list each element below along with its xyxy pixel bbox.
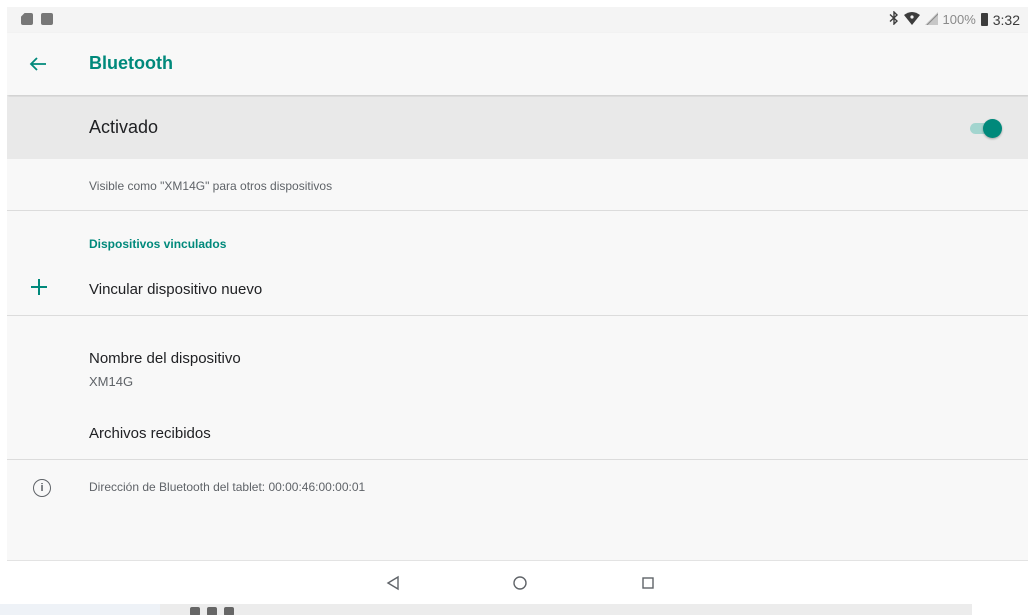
bluetooth-switch[interactable] — [970, 119, 1002, 138]
bluetooth-icon — [889, 10, 899, 28]
device-name-item[interactable]: Nombre del dispositivo XM14G — [7, 343, 1028, 399]
nav-recents-button[interactable] — [636, 571, 660, 595]
nav-home-button[interactable] — [508, 571, 532, 595]
visibility-text: Visible como "XM14G" para otros disposit… — [89, 179, 333, 193]
nav-recents-icon — [642, 577, 654, 589]
status-right-icons: 100% 3:32 — [889, 10, 1020, 28]
sd-card-icon — [21, 13, 33, 25]
bluetooth-toggle-row[interactable]: Activado — [7, 97, 1028, 159]
app-bar: Bluetooth — [7, 33, 1028, 95]
battery-percent: 100% — [942, 12, 976, 27]
background-window-strip — [160, 604, 972, 615]
signal-icon — [924, 11, 938, 28]
battery-icon — [980, 13, 988, 26]
arrow-back-icon — [29, 57, 46, 71]
switch-thumb — [983, 119, 1002, 138]
settings-screen: 100% 3:32 Bluetooth Activado Visible com… — [7, 7, 1028, 604]
info-icon: i — [33, 479, 51, 497]
bluetooth-address-text: Dirección de Bluetooth del tablet: 00:00… — [89, 480, 366, 494]
navigation-bar — [7, 560, 1028, 604]
divider — [7, 210, 1028, 211]
wifi-icon — [903, 11, 920, 28]
nav-home-icon — [513, 576, 527, 590]
ghost-icon — [190, 607, 200, 615]
ghost-status-icons — [190, 607, 234, 615]
nav-back-button[interactable] — [381, 571, 405, 595]
background-strip — [0, 604, 160, 615]
device-name-title: Nombre del dispositivo — [89, 350, 241, 367]
divider — [7, 315, 1028, 316]
ghost-icon — [207, 607, 217, 615]
nav-back-icon — [386, 575, 399, 591]
device-name-value: XM14G — [89, 374, 134, 389]
back-button[interactable] — [23, 51, 53, 77]
pair-new-device-label: Vincular dispositivo nuevo — [89, 281, 263, 298]
status-bar: 100% 3:32 — [7, 7, 1028, 33]
paired-devices-header: Dispositivos vinculados — [89, 237, 227, 251]
page-title: Bluetooth — [89, 53, 173, 73]
received-files-label: Archivos recibidos — [89, 425, 211, 442]
status-left-icons — [21, 13, 53, 25]
clock: 3:32 — [992, 11, 1020, 28]
received-files-item[interactable]: Archivos recibidos — [7, 413, 1028, 457]
toggle-label: Activado — [89, 117, 159, 137]
bluetooth-address-info: i Dirección de Bluetooth del tablet: 00:… — [7, 469, 1028, 509]
ghost-icon — [224, 607, 234, 615]
image-icon — [41, 13, 53, 25]
divider — [7, 459, 1028, 460]
plus-icon — [31, 279, 47, 295]
pair-new-device-item[interactable]: Vincular dispositivo nuevo — [7, 269, 1028, 311]
